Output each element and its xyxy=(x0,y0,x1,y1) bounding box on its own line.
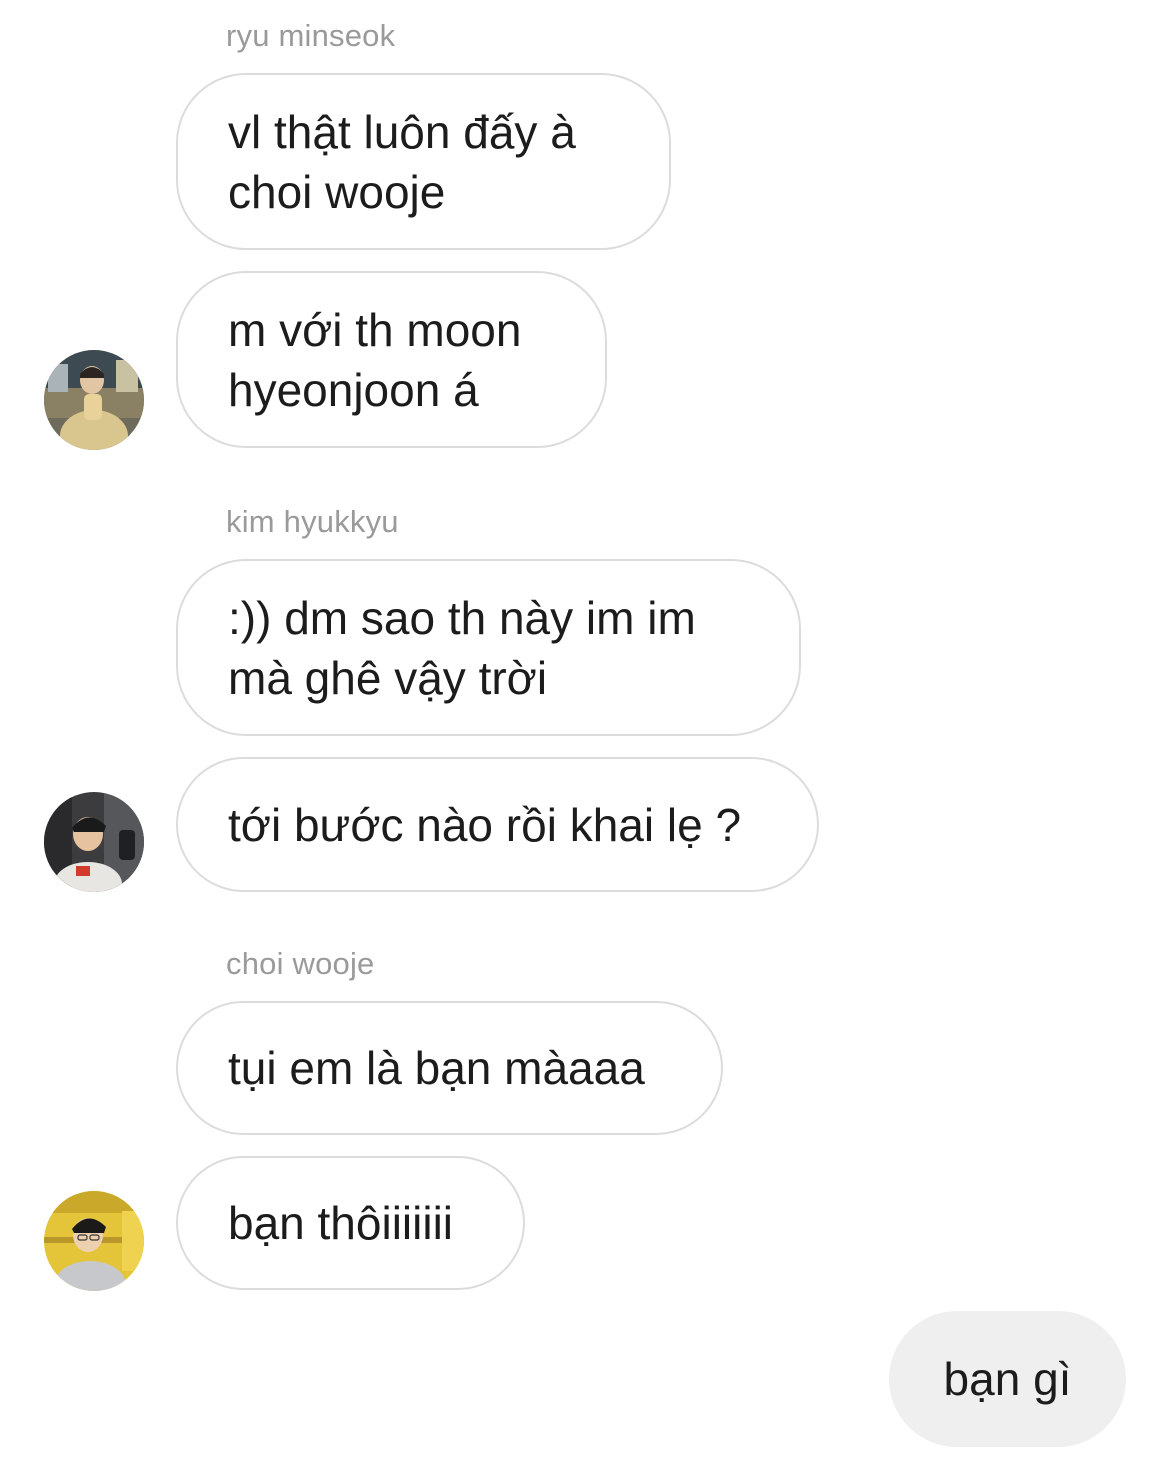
avatar-sender-2[interactable] xyxy=(44,792,144,892)
message-line: bạn thôiiiiiii xyxy=(228,1197,454,1249)
avatar-photo-beige-coat-icon xyxy=(44,350,144,450)
message-line: vl thật luôn đấy à xyxy=(228,105,576,158)
avatar-photo-yellow-stadium-icon xyxy=(44,1191,144,1291)
message-bubble-6[interactable]: bạn thôiiiiiii xyxy=(176,1156,525,1290)
message-bubble-outgoing[interactable]: bạn gì xyxy=(889,1311,1126,1447)
sender-name-2: kim hyukkyu xyxy=(226,504,399,539)
message-line: mà ghê vậy trời xyxy=(228,651,548,704)
message-line: choi wooje xyxy=(228,165,446,218)
avatar-photo-gamer-headphones-icon xyxy=(44,792,144,892)
message-line: tới bước nào rồi khai lẹ ? xyxy=(228,798,742,851)
sender-name-3: choi wooje xyxy=(226,946,375,981)
message-bubble-4[interactable]: tới bước nào rồi khai lẹ ? xyxy=(176,757,819,892)
message-bubble-3[interactable]: :)) dm sao th này im im mà ghê vậy trời xyxy=(176,559,801,736)
message-bubble-1[interactable]: vl thật luôn đấy à choi wooje xyxy=(176,73,671,250)
message-bubble-5[interactable]: tụi em là bạn màaaa xyxy=(176,1001,723,1135)
message-bubble-2[interactable]: m với th moon hyeonjoon á xyxy=(176,271,607,448)
message-line: hyeonjoon á xyxy=(228,363,479,416)
message-line: m với th moon xyxy=(228,303,522,356)
avatar-sender-3[interactable] xyxy=(44,1191,144,1291)
sender-name-1: ryu minseok xyxy=(226,18,396,53)
message-line: :)) dm sao th này im im xyxy=(228,591,696,644)
avatar-sender-1[interactable] xyxy=(44,350,144,450)
message-line: tụi em là bạn màaaa xyxy=(228,1042,645,1094)
message-line: bạn gì xyxy=(943,1353,1072,1405)
